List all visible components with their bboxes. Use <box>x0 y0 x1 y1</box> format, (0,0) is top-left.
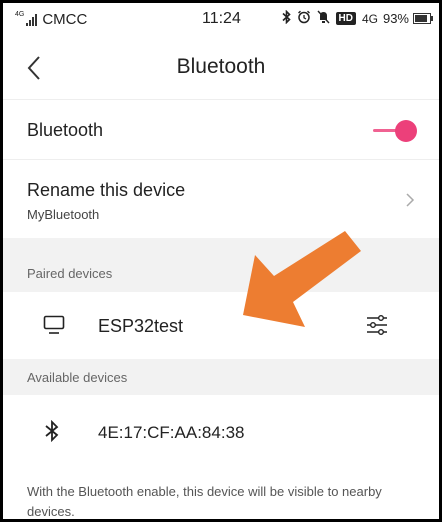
rename-label: Rename this device <box>27 180 186 200</box>
bluetooth-icon <box>43 419 61 443</box>
bluetooth-label: Bluetooth <box>27 120 104 140</box>
monitor-icon <box>43 315 65 335</box>
paired-devices-header: Paired devices <box>3 238 439 292</box>
visibility-note: With the Bluetooth enable, this device w… <box>27 484 382 519</box>
available-devices-header: Available devices <box>3 359 439 395</box>
bluetooth-toggle-row[interactable]: Bluetooth <box>3 100 439 160</box>
orange-arrow-annotation <box>243 231 361 327</box>
current-device-name: MyBluetooth <box>27 207 100 222</box>
available-devices-label: Available devices <box>27 370 128 385</box>
alarm-icon <box>297 10 311 27</box>
network-type: 4G <box>361 11 378 26</box>
paired-device-name: ESP32test <box>98 316 184 336</box>
device-settings-icon[interactable] <box>365 313 389 337</box>
available-device-name: 4E:17:CF:AA:84:38 <box>98 423 245 442</box>
available-device-row[interactable]: 4E:17:CF:AA:84:38 <box>3 395 439 467</box>
rename-device-row[interactable]: Rename this device MyBluetooth <box>3 160 439 238</box>
carrier-name: CMCC <box>42 11 88 28</box>
mute-icon <box>316 10 330 27</box>
bluetooth-status-icon <box>281 9 291 27</box>
status-bar: 4G CMCC 11:24 HD 4G 93% <box>3 3 439 37</box>
toggle-knob <box>395 120 417 142</box>
phone-screen: 4G CMCC 11:24 HD 4G 93% Bluetooth Blueto… <box>0 0 442 522</box>
signal-bars-icon <box>26 13 38 26</box>
bluetooth-toggle[interactable] <box>373 119 417 143</box>
paired-devices-label: Paired devices <box>27 266 113 281</box>
arrow-shape <box>243 231 361 327</box>
chevron-right-icon <box>405 192 415 208</box>
page-title: Bluetooth <box>176 55 266 78</box>
battery-icon <box>413 13 433 24</box>
header: Bluetooth <box>3 37 439 100</box>
status-time: 11:24 <box>202 10 241 27</box>
status-right: HD 4G 93% <box>281 9 433 27</box>
hd-badge: HD <box>335 12 356 25</box>
signal-tag: 4G <box>15 11 25 18</box>
battery-percent: 93% <box>382 11 409 26</box>
paired-device-row[interactable]: ESP32test <box>3 292 439 359</box>
status-left: 4G CMCC <box>15 11 87 28</box>
